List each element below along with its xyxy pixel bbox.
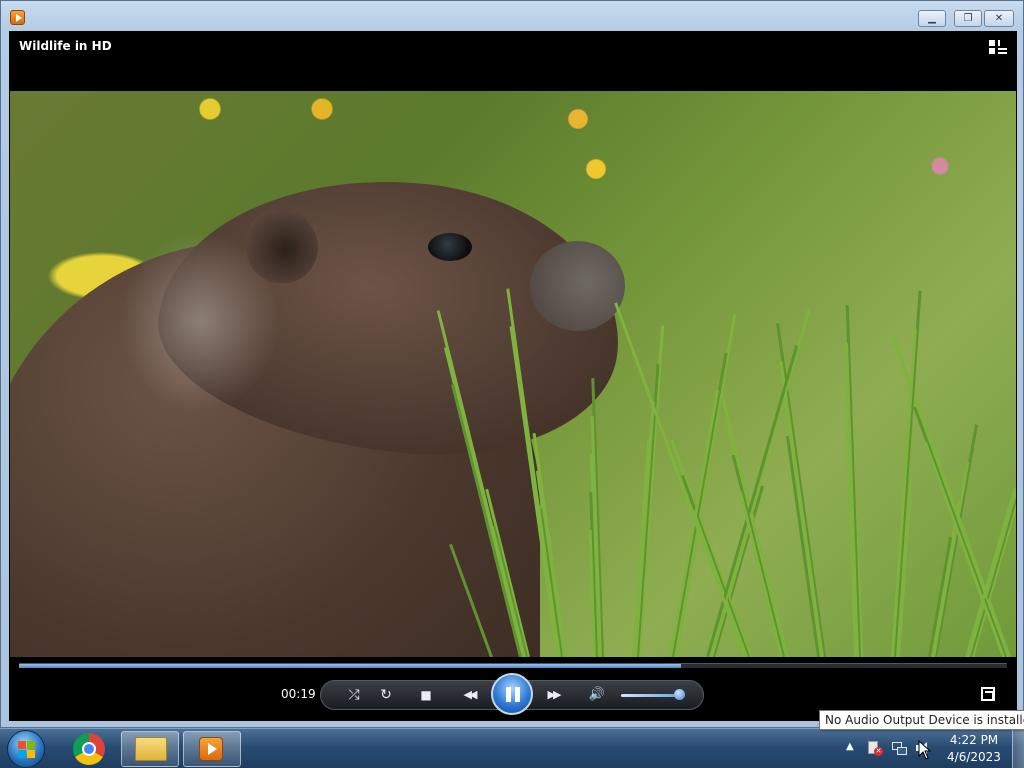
chrome-icon[interactable] <box>73 733 105 765</box>
clock-time[interactable]: 4:22 PM <box>946 733 1002 747</box>
marmot-eye <box>428 233 472 261</box>
marmot-ear <box>246 209 318 283</box>
start-button[interactable] <box>7 730 45 768</box>
clock-date[interactable]: 4/6/2023 <box>946 750 1002 764</box>
media-title: Wildlife in HD <box>19 39 112 53</box>
elapsed-time: 00:19 <box>281 687 316 701</box>
fullscreen-icon[interactable] <box>981 687 995 701</box>
repeat-icon[interactable]: ↻ <box>374 685 398 705</box>
now-playing-area: Wildlife in HD 00:19 ⤮ ↻ ■ ◀◀ ▶▶ 🔊 <box>9 31 1017 721</box>
mouse-cursor-icon <box>918 740 931 760</box>
previous-icon[interactable]: ◀◀ <box>455 685 483 705</box>
action-center-icon[interactable]: ✕ <box>866 740 883 756</box>
stop-icon[interactable]: ■ <box>414 685 438 705</box>
tooltip: No Audio Output Device is installed. <box>819 710 1024 730</box>
show-desktop-button[interactable] <box>1012 729 1024 768</box>
speaker-icon[interactable]: 🔊 <box>585 685 609 705</box>
minimize-button[interactable]: ▁ <box>918 10 946 27</box>
title-bar[interactable]: ▁ ❐ ✕ <box>1 1 1023 31</box>
marmot-snout <box>530 241 625 331</box>
seek-bar[interactable] <box>19 663 1007 668</box>
taskbar: ▲ ✕ 4:22 PM 4/6/2023 <box>0 728 1024 768</box>
video-frame[interactable] <box>10 91 1016 657</box>
network-icon[interactable] <box>891 740 907 756</box>
volume-slider-thumb[interactable] <box>673 689 685 700</box>
next-icon[interactable]: ▶▶ <box>539 685 567 705</box>
pause-icon <box>506 687 511 702</box>
windows-media-player-icon[interactable] <box>10 10 25 25</box>
folder-icon[interactable] <box>135 737 167 761</box>
switch-to-library-icon[interactable] <box>989 40 1007 54</box>
shuffle-icon[interactable]: ⤮ <box>342 685 366 705</box>
windows-media-player-taskbar-icon[interactable] <box>199 737 223 761</box>
close-button[interactable]: ✕ <box>984 10 1014 27</box>
show-hidden-icons-arrow[interactable]: ▲ <box>846 741 854 752</box>
media-player-window: ▁ ❐ ✕ Wildlife in HD 00:19 ⤮ ↻ ■ ◀◀ ▶▶ 🔊 <box>0 0 1024 728</box>
seek-progress <box>19 664 681 668</box>
maximize-button[interactable]: ❐ <box>954 10 982 27</box>
pause-button[interactable] <box>491 673 533 715</box>
